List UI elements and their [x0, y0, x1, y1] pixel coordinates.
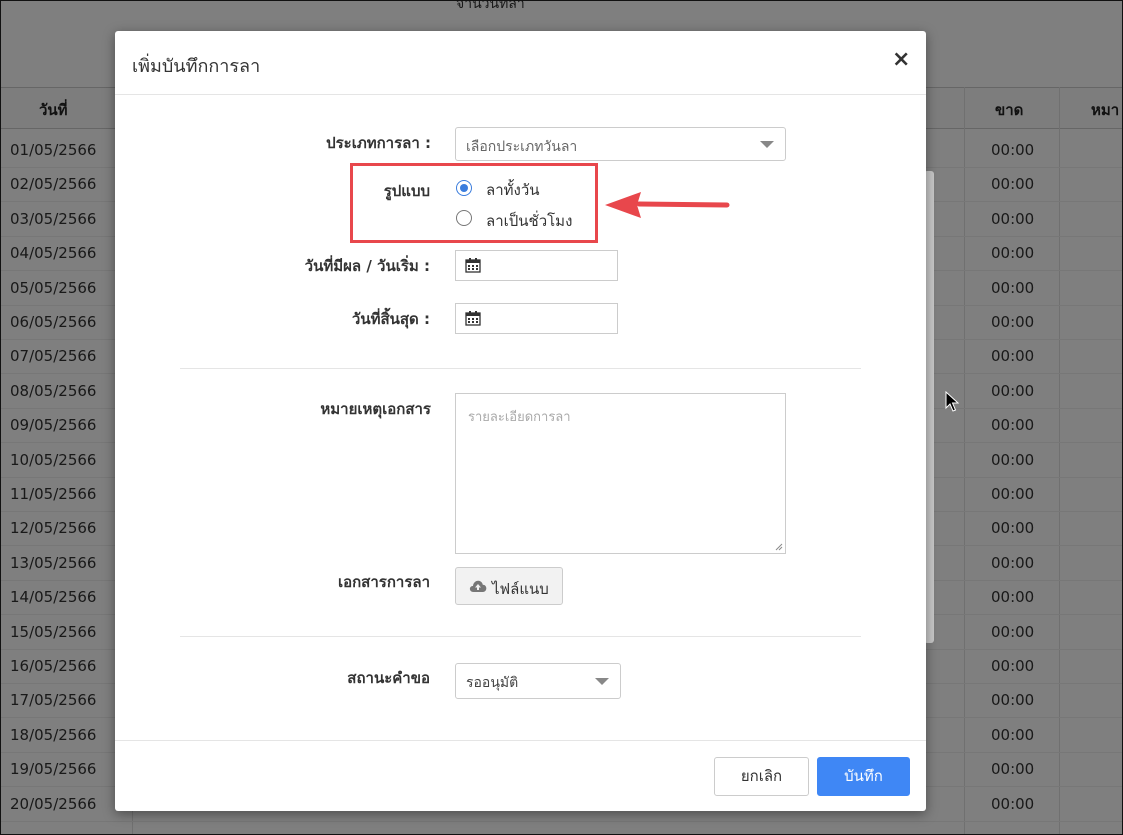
remark-placeholder: รายละเอียดการลา [468, 410, 571, 425]
resize-grip-icon[interactable] [775, 543, 783, 551]
leave-type-label: ประเภทการลา : [326, 134, 431, 152]
highlight-box [350, 163, 598, 243]
end-date-field[interactable] [455, 303, 618, 334]
calendar-icon [465, 258, 481, 273]
modal-header: เพิ่มบันทึกการลา × [115, 31, 926, 95]
leave-type-select[interactable]: เลือกประเภทวันลา [455, 127, 786, 161]
arrow-left-icon [605, 192, 730, 218]
attachment-label: เอกสารการลา [337, 573, 430, 591]
start-date-label: วันที่มีผล / วันเริ่ม : [304, 257, 430, 275]
modal-title: เพิ่มบันทึกการลา [132, 56, 261, 77]
save-button[interactable]: บันทึก [817, 757, 910, 796]
attach-file-label: ไฟล์แนบ [492, 580, 549, 598]
chevron-down-icon [760, 141, 774, 148]
modal-footer-divider [115, 740, 926, 741]
calendar-icon [465, 311, 481, 326]
start-date-field[interactable] [455, 250, 618, 281]
status-select[interactable]: รออนุมัติ [455, 663, 621, 699]
section-divider [180, 368, 861, 369]
section-divider [180, 636, 861, 637]
remark-textarea[interactable]: รายละเอียดการลา [455, 393, 786, 554]
cloud-upload-icon [469, 580, 487, 592]
status-label: สถานะคำขอ [347, 669, 430, 687]
chevron-down-icon [595, 678, 609, 685]
app-window: จำนวนที่ลา วันที่ ขาด หมา 01/05/256600:0… [0, 0, 1123, 835]
end-date-label: วันที่สิ้นสุด : [351, 310, 430, 328]
add-leave-modal: เพิ่มบันทึกการลา × ประเภทการลา : เลือกปร… [115, 31, 926, 811]
cancel-button[interactable]: ยกเลิก [714, 757, 809, 796]
close-button[interactable]: × [892, 48, 910, 72]
mouse-cursor-icon [945, 391, 959, 412]
leave-type-value: เลือกประเภทวันลา [466, 139, 578, 155]
status-value: รออนุมัติ [466, 675, 519, 691]
attach-file-button[interactable]: ไฟล์แนบ [455, 567, 563, 605]
remark-label: หมายเหตุเอกสาร [320, 400, 431, 418]
